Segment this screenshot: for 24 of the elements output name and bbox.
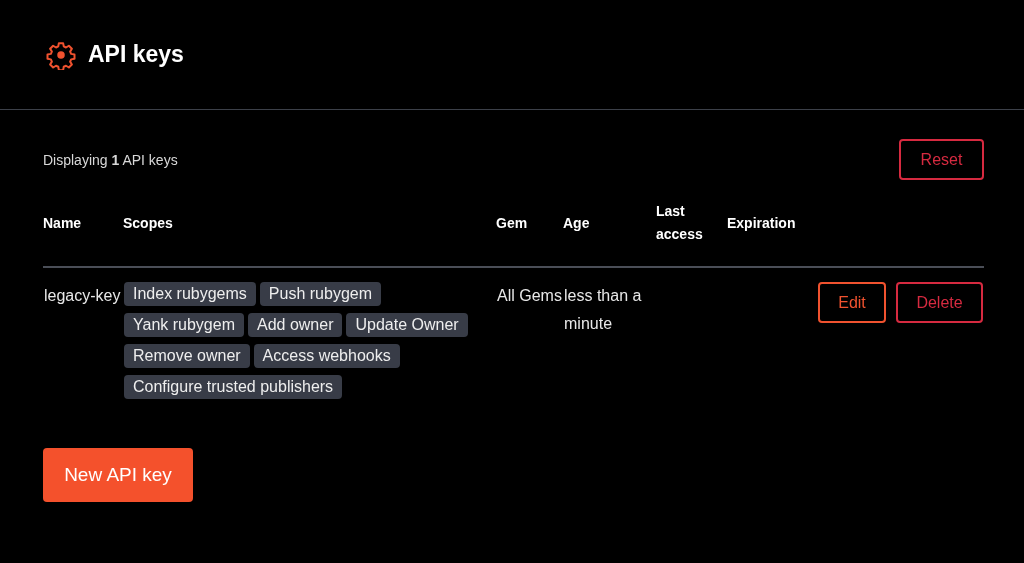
scope-tag: Update Owner [346, 313, 468, 337]
delete-button[interactable]: Delete [896, 282, 983, 323]
table-cell: less than a minute [563, 267, 656, 400]
column-header: Expiration [727, 200, 817, 267]
column-header: Last access [656, 200, 727, 267]
scope-tag: Access webhooks [253, 344, 400, 368]
column-header: Age [563, 200, 656, 267]
scope-tag: Configure trusted publishers [124, 375, 343, 399]
scope-tag: Index rubygems [124, 282, 256, 306]
scope-tag: Remove owner [124, 344, 250, 368]
column-header: Scopes [123, 200, 496, 267]
reset-button[interactable]: Reset [899, 139, 984, 180]
scope-tag: Push rubygem [259, 282, 381, 306]
new-api-key-button[interactable]: New API key [43, 448, 193, 502]
column-header: Gem [496, 200, 563, 267]
column-header: Name [43, 200, 123, 267]
edit-button[interactable]: Edit [818, 282, 887, 323]
settings-icon [46, 39, 76, 70]
scope-tag: Add owner [248, 313, 343, 337]
scope-tag: Yank rubygem [124, 313, 244, 337]
key-count: Displaying 1 API keys [43, 151, 178, 168]
page-title: API keys [88, 41, 184, 68]
table-cell: All Gems [496, 267, 563, 400]
key-name: legacy-key [43, 267, 123, 400]
